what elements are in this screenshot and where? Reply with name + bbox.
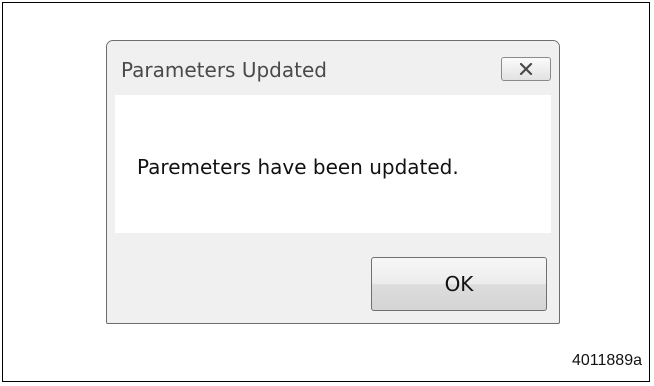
ok-button[interactable]: OK — [371, 257, 547, 311]
dialog-titlebar: Parameters Updated — [107, 41, 559, 95]
dialog-content: Paremeters have been updated. — [115, 95, 551, 233]
dialog-title: Parameters Updated — [121, 58, 327, 82]
close-button[interactable] — [501, 57, 551, 81]
dialog-message: Paremeters have been updated. — [137, 155, 459, 179]
figure-id: 4011889a — [572, 352, 642, 369]
close-icon — [518, 63, 534, 75]
message-dialog: Parameters Updated Paremeters have been … — [106, 40, 560, 324]
